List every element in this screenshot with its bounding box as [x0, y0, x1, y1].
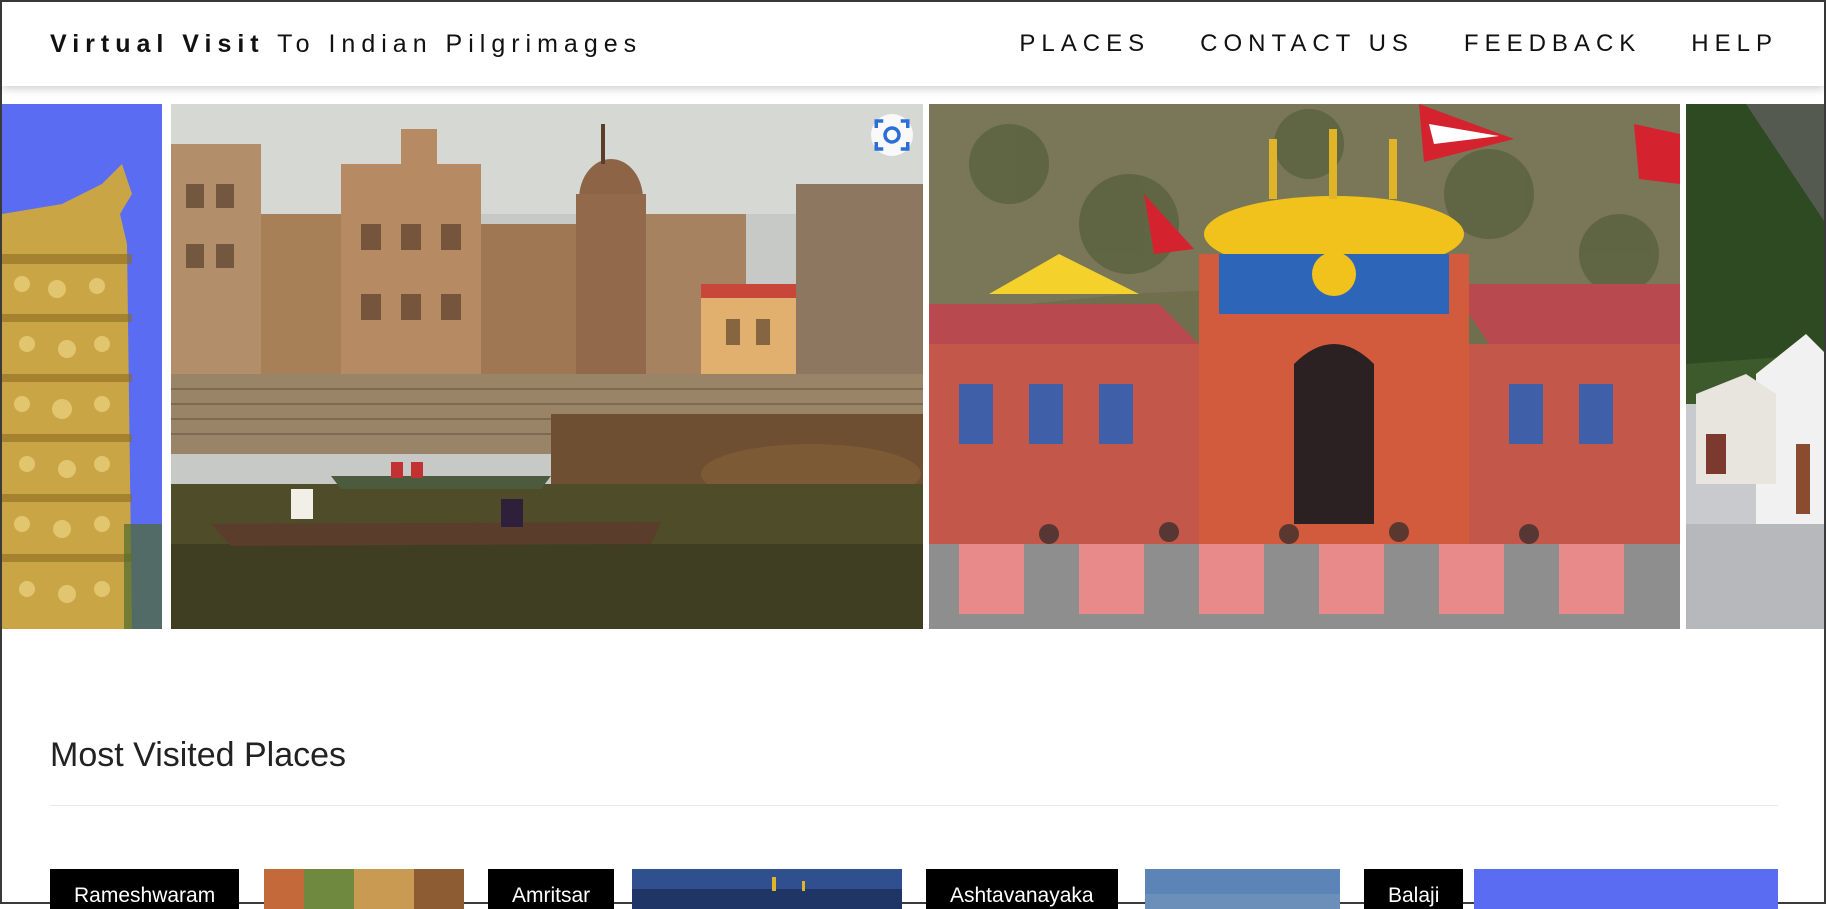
nav-link-feedback[interactable]: FEEDBACK — [1464, 30, 1641, 58]
ghats-image — [171, 104, 923, 629]
carousel-slide-mountain-temple[interactable] — [1686, 104, 1824, 629]
balaji-thumbnail — [1474, 869, 1778, 909]
nav-link-help[interactable]: HELP — [1691, 30, 1778, 58]
nav-menu: PLACES CONTACT US FEEDBACK HELP — [1019, 30, 1778, 58]
place-card-label: Balaji — [1364, 869, 1464, 909]
nav-link-places[interactable]: PLACES — [1019, 30, 1150, 58]
section-title: Most Visited Places — [50, 736, 347, 774]
brand-title-rest: To Indian Pilgrimages — [264, 30, 643, 58]
ashtavanayaka-thumbnail — [1145, 869, 1340, 909]
place-card-label: Rameshwaram — [50, 869, 240, 909]
place-card-ashtavanayaka[interactable]: Ashtavanayaka — [926, 869, 1340, 909]
brand-logo[interactable]: Virtual Visit To Indian Pilgrimages — [50, 30, 642, 59]
place-cards: Rameshwaram Amritsar Ashtavanayaka Balaj… — [50, 869, 1778, 909]
rameshwaram-thumbnail — [264, 869, 464, 909]
amritsar-thumbnail — [632, 869, 902, 909]
brand-title-bold: Virtual Visit — [50, 30, 265, 58]
image-carousel[interactable] — [2, 104, 1824, 629]
place-card-rameshwaram[interactable]: Rameshwaram — [50, 869, 464, 909]
carousel-slide-temple-tower[interactable] — [2, 104, 162, 629]
place-card-amritsar[interactable]: Amritsar — [488, 869, 902, 909]
navbar: Virtual Visit To Indian Pilgrimages PLAC… — [2, 2, 1824, 86]
mountain-temple-image — [1686, 104, 1824, 629]
section-divider — [50, 805, 1778, 806]
place-card-label: Amritsar — [488, 869, 615, 909]
carousel-slide-ghats[interactable] — [171, 104, 923, 629]
temple-tower-image — [2, 104, 162, 629]
nav-link-contact-us[interactable]: CONTACT US — [1200, 30, 1414, 58]
place-card-label: Ashtavanayaka — [926, 869, 1118, 909]
lens-icon — [874, 119, 910, 151]
place-card-balaji[interactable]: Balaji — [1364, 869, 1778, 909]
visual-search-button[interactable] — [871, 114, 913, 156]
painted-temple-image — [929, 104, 1680, 629]
carousel-slide-painted-temple[interactable] — [929, 104, 1680, 629]
